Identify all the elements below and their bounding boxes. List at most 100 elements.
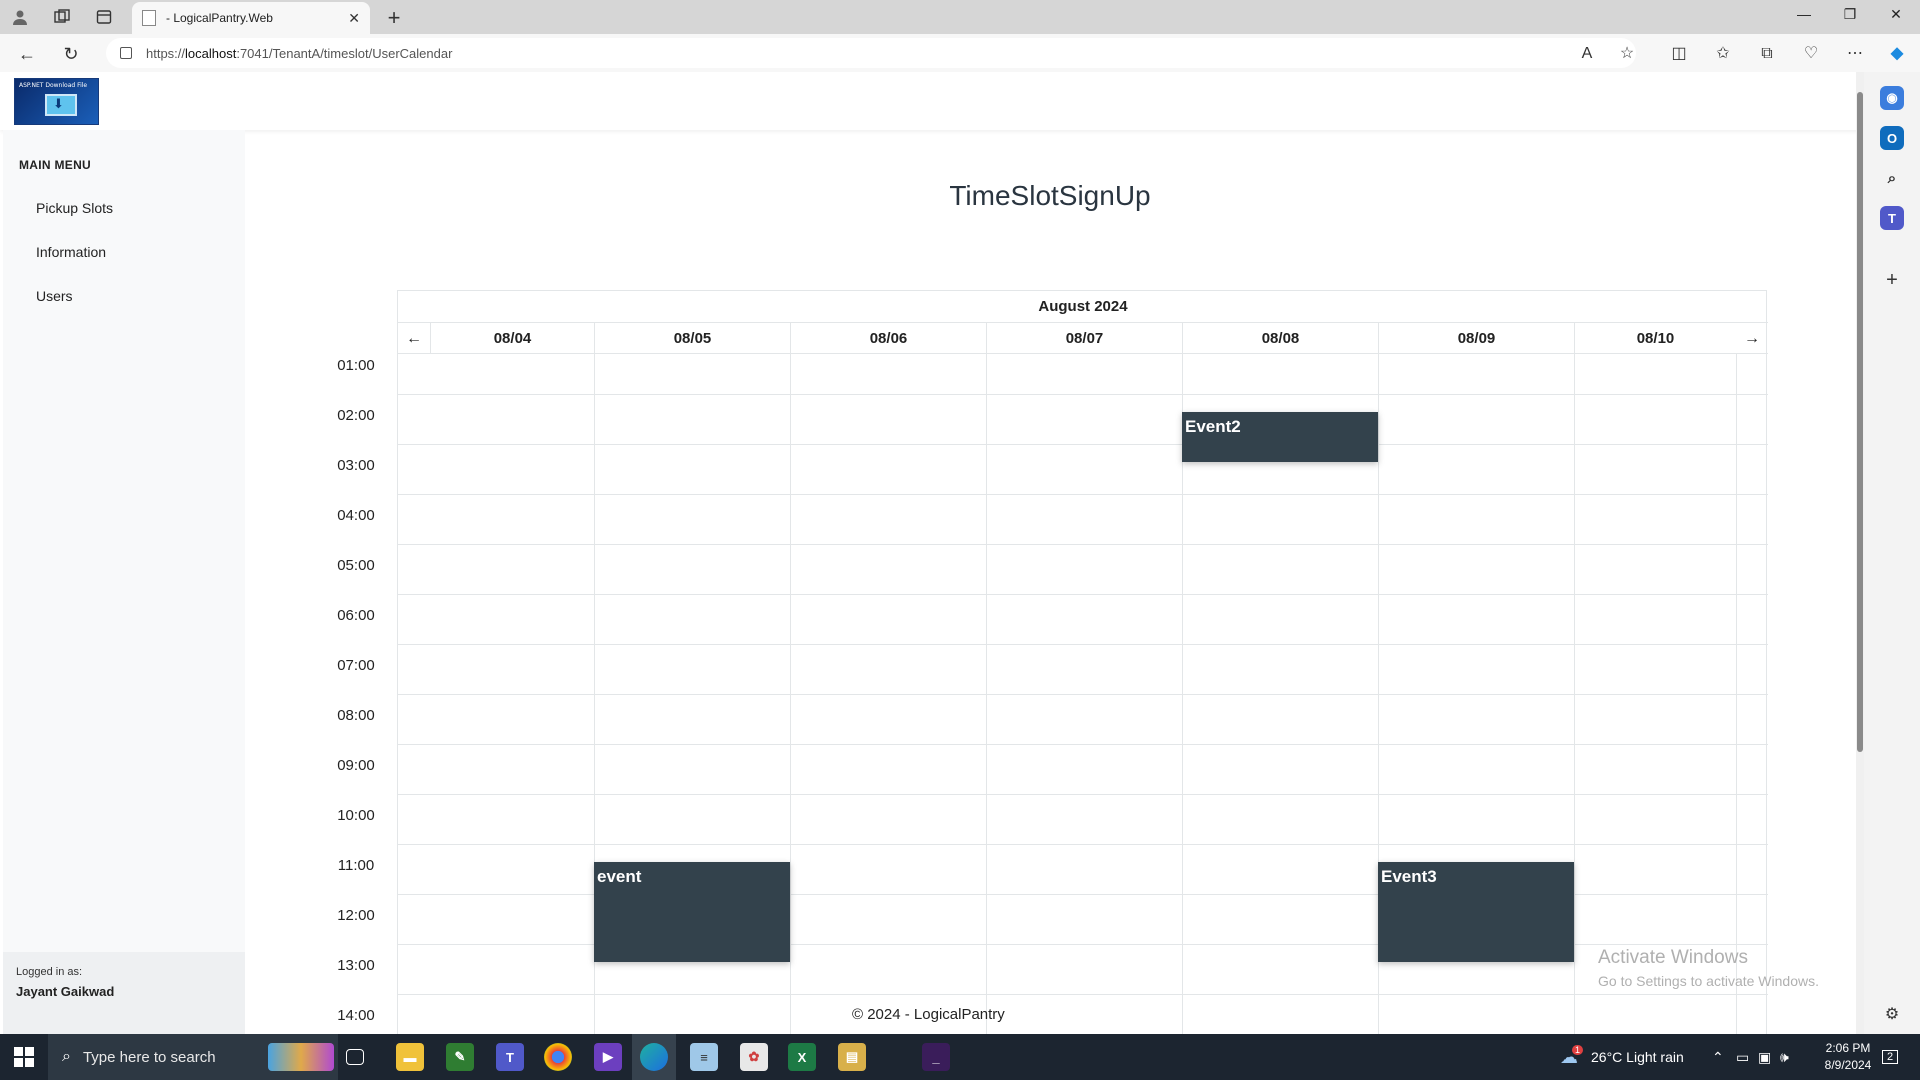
add-icon[interactable]: + <box>1880 268 1904 292</box>
close-tab-icon[interactable]: ✕ <box>348 10 360 27</box>
windows-taskbar: ⌕ Type here to search ▬ ✎ T ▶ ≡ ✿ X ▤ _ … <box>0 1034 1920 1080</box>
day-header: 08/08 <box>1182 323 1378 354</box>
hour-row-line <box>398 494 1768 495</box>
browser-essentials-icon[interactable]: ♡ <box>1800 43 1822 65</box>
terminal-icon[interactable]: _ <box>922 1043 950 1071</box>
hour-label: 06:00 <box>337 607 375 624</box>
refresh-icon[interactable]: ↻ <box>60 43 82 65</box>
collections-icon[interactable]: ⧉ <box>1756 43 1778 65</box>
taskbar-search-placeholder: Type here to search <box>82 1048 216 1066</box>
tab-actions-icon[interactable] <box>94 7 114 27</box>
activate-windows-watermark: Activate Windows Go to Settings to activ… <box>1598 947 1819 989</box>
new-tab-icon[interactable]: + <box>382 5 406 31</box>
teams-icon[interactable]: T <box>1880 206 1904 230</box>
logo-text: ASP.NET Download File <box>19 82 88 89</box>
hour-row-line <box>398 544 1768 545</box>
calendar-event[interactable]: Event3 <box>1378 861 1574 962</box>
site-logo[interactable]: ASP.NET Download File ⬇ <box>14 78 99 125</box>
browser-titlebar: - LogicalPantry.Web ✕ + — ❐ ✕ <box>0 0 1920 34</box>
page-title: TimeSlotSignUp <box>949 180 1151 211</box>
search-highlight-icon[interactable] <box>268 1043 334 1071</box>
visual-studio-icon[interactable]: ▶ <box>594 1043 622 1071</box>
favorites-icon[interactable]: ✩ <box>1712 43 1734 65</box>
sticky-notes-icon[interactable]: ✎ <box>446 1043 474 1071</box>
search-icon: ⌕ <box>62 1048 71 1065</box>
sidebar-item-pickup-slots[interactable]: Pickup Slots <box>36 200 113 216</box>
week-calendar: August 2024 ← → 08/04 08/05 08/06 08/07 08/0… <box>397 290 1768 1034</box>
office-icon[interactable]: ◉ <box>1880 86 1904 110</box>
hour-label: 01:00 <box>337 357 375 374</box>
sidebar-item-users[interactable]: Users <box>36 288 73 304</box>
profile-icon[interactable] <box>10 7 30 27</box>
clock-time: 2:06 PM <box>1825 1041 1871 1055</box>
day-header: 08/05 <box>594 323 790 354</box>
download-icon: ⬇ <box>53 96 64 111</box>
lock-icon <box>120 47 132 59</box>
watermark-title: Activate Windows <box>1598 947 1748 968</box>
meet-now-icon[interactable]: ▭ <box>1736 1034 1749 1080</box>
split-screen-icon[interactable]: ◫ <box>1668 43 1690 65</box>
back-icon[interactable]: ← <box>16 43 38 65</box>
page-scrollbar[interactable] <box>1856 72 1864 1034</box>
favorite-star-icon[interactable]: ☆ <box>1616 43 1638 65</box>
next-week-button[interactable]: → <box>1736 323 1768 354</box>
day-header: 08/06 <box>790 323 986 354</box>
copilot-icon[interactable]: ◆ <box>1886 43 1908 65</box>
task-view-icon[interactable] <box>346 1049 364 1065</box>
prev-week-button[interactable]: ← <box>398 323 430 354</box>
teams-app-icon[interactable]: T <box>496 1043 524 1071</box>
weather-text: 26°C Light rain <box>1591 1049 1684 1065</box>
hour-row-line <box>398 794 1768 795</box>
tab-title: - LogicalPantry.Web <box>166 11 273 25</box>
hour-label: 03:00 <box>337 457 375 474</box>
close-window-icon[interactable]: ✕ <box>1886 6 1906 26</box>
hour-label: 05:00 <box>337 557 375 574</box>
scrollbar-thumb[interactable] <box>1857 92 1863 752</box>
hour-row-line <box>398 394 1768 395</box>
volume-icon[interactable]: 🕪 <box>1780 1034 1789 1080</box>
file-explorer-icon[interactable]: ▬ <box>396 1043 424 1071</box>
hour-label: 07:00 <box>337 657 375 674</box>
paint-icon[interactable]: ✿ <box>740 1043 768 1071</box>
taskbar-clock[interactable]: 2:06 PM 8/9/2024 <box>1818 1040 1878 1074</box>
workspaces-icon[interactable] <box>52 7 72 27</box>
main-sidebar: MAIN MENU Pickup Slots Information Users… <box>3 130 245 1034</box>
url-prefix: https:// <box>146 45 186 61</box>
restore-icon[interactable]: ❐ <box>1840 6 1860 26</box>
calendar-event[interactable]: Event2 <box>1182 411 1378 462</box>
web-page: ASP.NET Download File ⬇ MAIN MENU Pickup… <box>0 72 1864 1034</box>
minimize-icon[interactable]: — <box>1794 6 1814 26</box>
address-bar-input[interactable]: https://localhost:7041/TenantA/timeslot/… <box>106 38 1636 68</box>
windows-start-icon[interactable] <box>14 1047 34 1067</box>
site-header: ASP.NET Download File ⬇ <box>0 72 1864 130</box>
read-aloud-icon[interactable]: A <box>1576 43 1598 65</box>
hour-label: 11:00 <box>337 857 375 874</box>
notepad-icon[interactable]: ≡ <box>690 1043 718 1071</box>
notifications-icon[interactable]: 2 <box>1882 1034 1899 1080</box>
day-header: 08/09 <box>1378 323 1574 354</box>
outlook-icon[interactable]: O <box>1880 126 1904 150</box>
app-icon[interactable]: ▤ <box>838 1043 866 1071</box>
excel-icon[interactable]: X <box>788 1043 816 1071</box>
network-icon[interactable]: ▣ <box>1758 1034 1771 1080</box>
settings-gear-icon[interactable]: ⚙ <box>1880 1002 1904 1026</box>
hour-row-line <box>398 844 1768 845</box>
chrome-icon[interactable] <box>544 1043 572 1071</box>
clock-date: 8/9/2024 <box>1824 1058 1872 1072</box>
weather-widget[interactable]: ☁ 1 26°C Light rain <box>1560 1034 1684 1080</box>
calendar-month: August 2024 <box>1038 298 1128 315</box>
notification-count: 2 <box>1882 1050 1899 1064</box>
calendar-event[interactable]: event <box>594 861 790 962</box>
url-path: :7041/TenantA/timeslot/UserCalendar <box>236 45 453 61</box>
browser-tab-active[interactable]: - LogicalPantry.Web ✕ <box>132 2 370 34</box>
edge-browser-icon[interactable] <box>640 1043 668 1071</box>
hidden-icons-icon[interactable]: ⌃ <box>1712 1034 1724 1080</box>
calendar-day-header: ← → 08/04 08/05 08/06 08/07 08/08 08/09 08/10 <box>398 322 1768 354</box>
hour-label: 14:00 <box>337 1007 375 1024</box>
watermark-subtitle: Go to Settings to activate Windows. <box>1598 973 1819 989</box>
sidebar-item-information[interactable]: Information <box>36 244 106 260</box>
hour-row-line <box>398 644 1768 645</box>
more-options-icon[interactable]: ⋯ <box>1844 43 1866 65</box>
search-icon[interactable]: ⌕ <box>1880 166 1904 190</box>
hour-label: 12:00 <box>337 907 375 924</box>
